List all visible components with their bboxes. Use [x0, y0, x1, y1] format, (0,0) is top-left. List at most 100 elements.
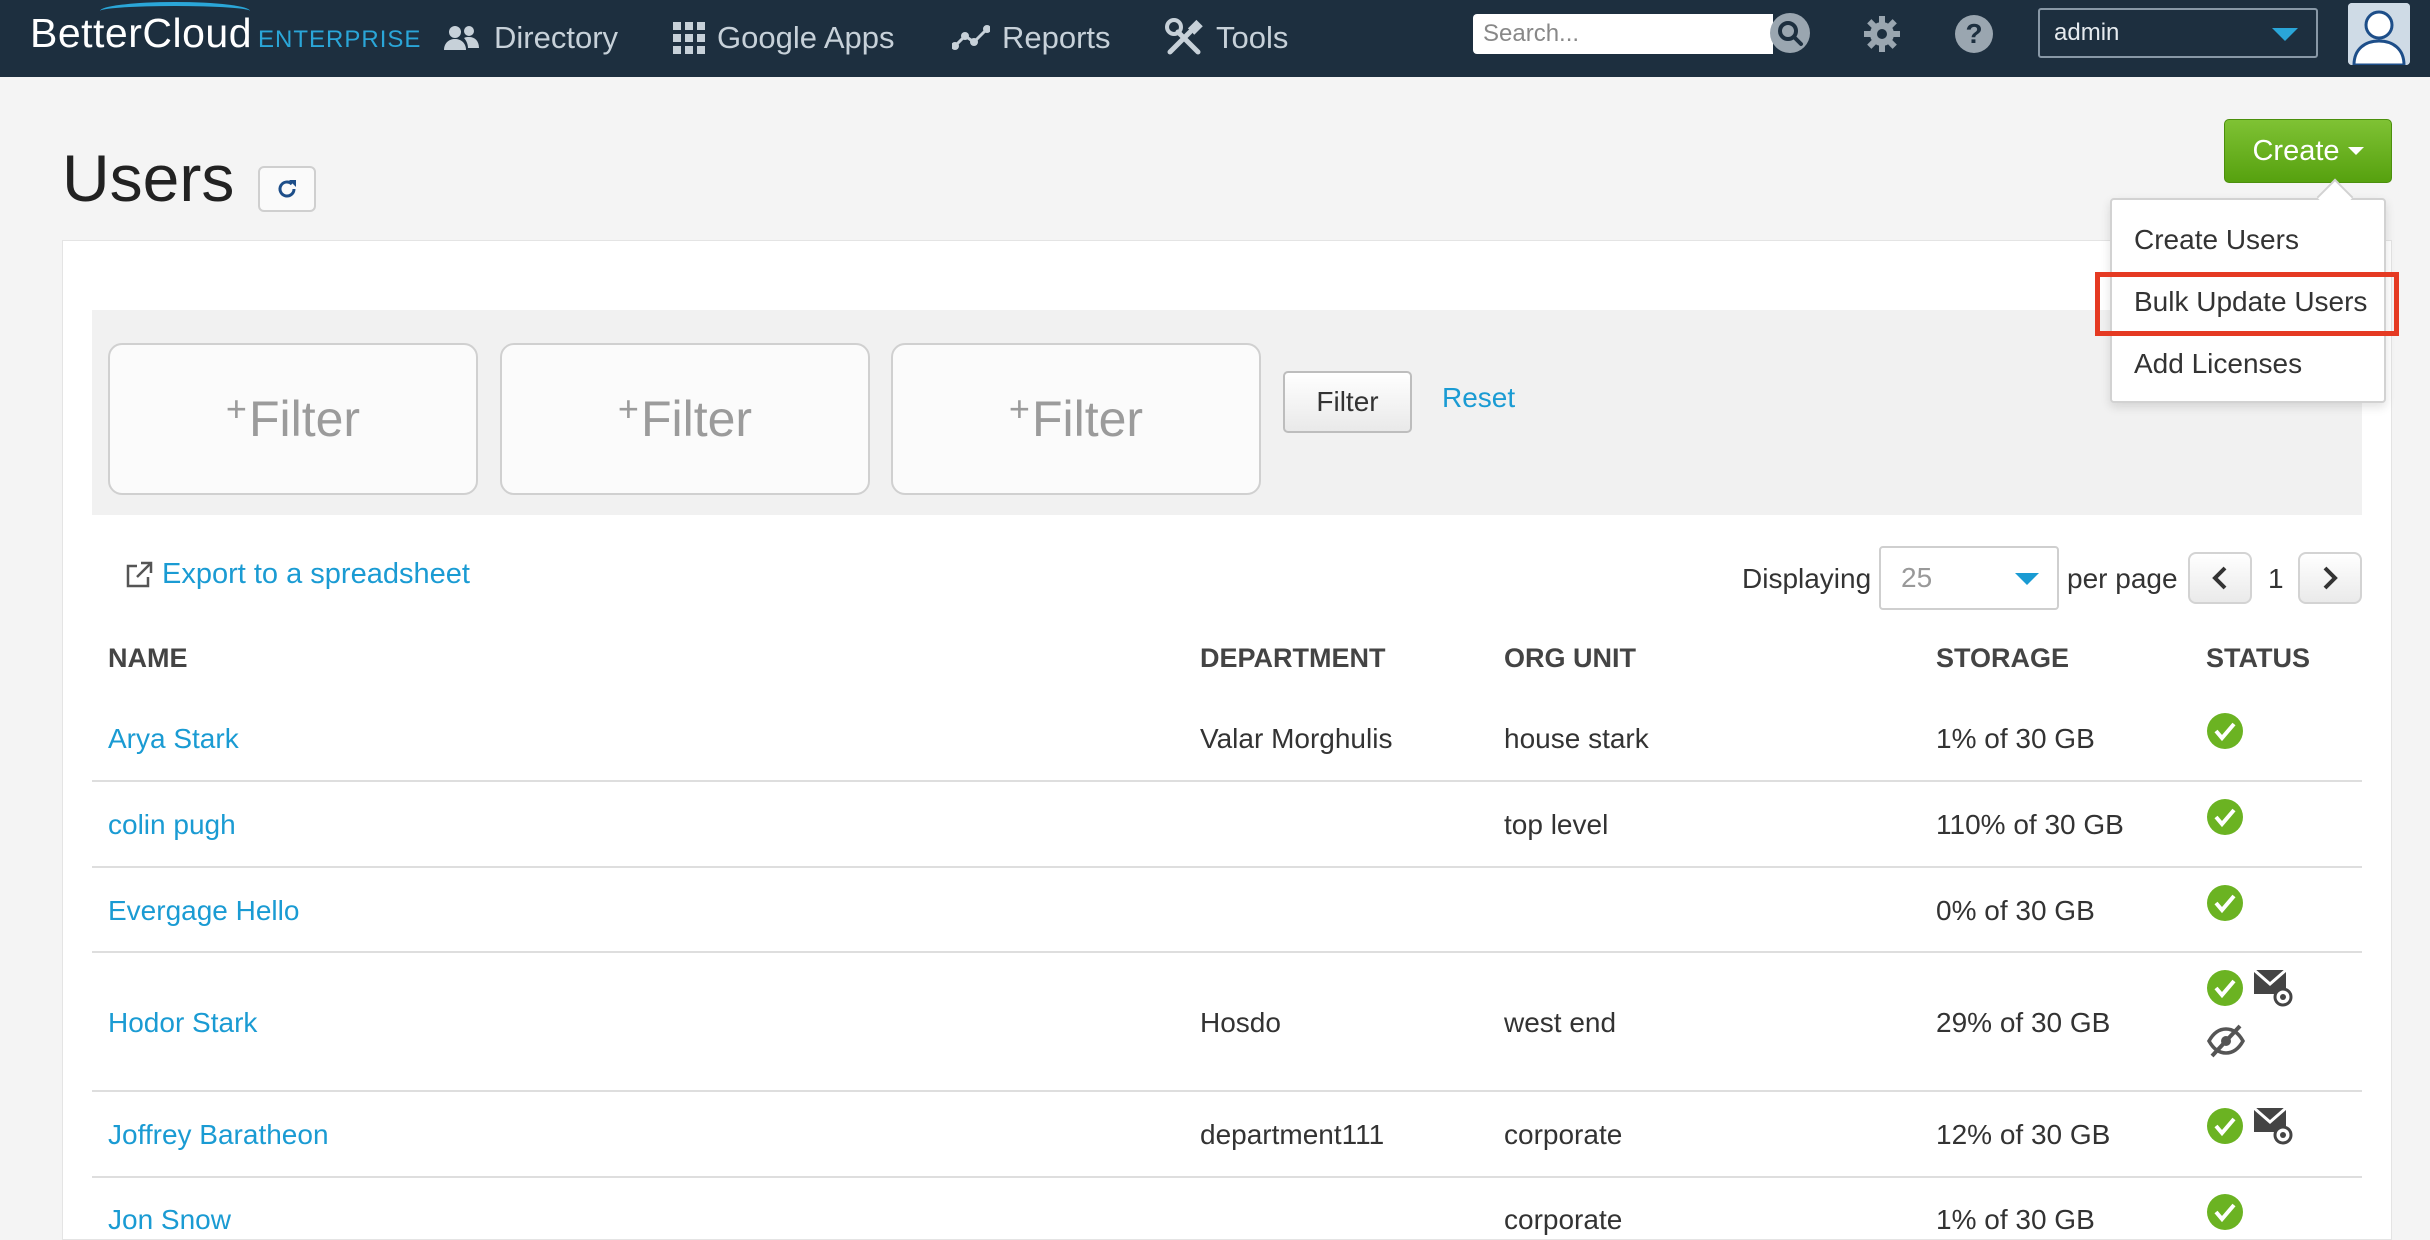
row-divider [92, 1090, 2362, 1092]
menu-item-create-users[interactable]: Create Users [2134, 220, 2299, 260]
nav-google-apps[interactable]: Google Apps [673, 18, 895, 58]
nav-reports-label: Reports [1002, 20, 1111, 55]
refresh-button[interactable] [258, 166, 316, 212]
org-unit-cell: house stark [1504, 723, 1649, 754]
help-button[interactable]: ? [1952, 12, 1996, 56]
storage-cell: 0% of 30 GB [1936, 895, 2095, 926]
filter-slot-1[interactable]: + Filter [108, 343, 478, 495]
check-circle-icon [2207, 713, 2243, 749]
grid-icon [673, 22, 705, 54]
org-unit-cell: west end [1504, 1007, 1617, 1038]
user-name-link[interactable]: Joffrey Baratheon [108, 1119, 329, 1151]
nav-tools-label: Tools [1216, 20, 1289, 55]
refresh-icon [278, 180, 296, 198]
export-link[interactable]: Export to a spreadsheet [124, 558, 470, 591]
user-name-link[interactable]: Evergage Hello [108, 895, 299, 927]
displaying-label: Displaying [1742, 563, 1872, 594]
column-header-department[interactable]: DEPARTMENT [1200, 643, 1386, 674]
settings-button[interactable] [1860, 12, 1904, 56]
nav-reports[interactable]: Reports [952, 18, 1111, 58]
menu-item-add-licenses[interactable]: Add Licenses [2134, 344, 2302, 384]
filter-slot-3[interactable]: + Filter [891, 343, 1261, 495]
column-header-org-unit[interactable]: ORG UNIT [1504, 643, 1636, 674]
check-circle-icon [2207, 885, 2243, 921]
department-cell: Hosdo [1200, 1007, 1281, 1038]
search-button[interactable] [1770, 13, 1810, 53]
create-button[interactable]: Create [2224, 119, 2392, 183]
column-header-name[interactable]: NAME [108, 643, 188, 674]
eye-slash-icon [2206, 1024, 2246, 1058]
mail-forward-icon [2253, 968, 2293, 1007]
account-name: admin [2054, 19, 2120, 46]
per-page-value: 25 [1901, 562, 1933, 593]
users-icon [442, 24, 482, 52]
external-link-icon [124, 560, 154, 590]
storage-cell: 29% of 30 GB [1936, 1007, 2111, 1038]
row-divider [92, 1176, 2362, 1178]
filter-slot-2[interactable]: + Filter [500, 343, 870, 495]
plus-icon: + [1008, 388, 1030, 429]
search-input[interactable] [1473, 14, 1773, 54]
user-name-link[interactable]: Arya Stark [108, 723, 239, 755]
check-circle-icon [2207, 799, 2243, 835]
org-unit-cell: top level [1504, 809, 1609, 840]
user-name-link[interactable]: Jon Snow [108, 1204, 231, 1236]
top-navbar: BetterCloud ENTERPRISE Directory Google A… [0, 0, 2430, 77]
user-name-link[interactable]: colin pugh [108, 809, 236, 841]
filter-button[interactable]: Filter [1283, 371, 1412, 433]
plus-icon: + [225, 388, 247, 429]
row-divider [92, 866, 2362, 868]
search-icon [1778, 21, 1803, 46]
user-avatar-icon [2348, 3, 2410, 65]
filter-slot-label: Filter [640, 391, 753, 447]
nav-google-apps-label: Google Apps [717, 20, 895, 55]
highlight-annotation [2095, 272, 2399, 336]
nav-directory[interactable]: Directory [442, 18, 618, 58]
page-title: Users [62, 141, 235, 215]
per-page-select[interactable]: 25 [1879, 546, 2059, 610]
chevron-down-icon [2272, 28, 2298, 41]
column-header-status[interactable]: STATUS [2206, 643, 2310, 674]
account-select[interactable]: admin [2038, 8, 2318, 58]
check-circle-icon [2207, 970, 2243, 1006]
plus-icon: + [617, 388, 639, 429]
help-icon: ? [1955, 15, 1993, 53]
avatar[interactable] [2348, 3, 2410, 65]
tools-icon [1164, 18, 1204, 58]
chart-icon [952, 24, 990, 52]
org-unit-cell: corporate [1504, 1204, 1623, 1235]
row-divider [92, 780, 2362, 782]
storage-cell: 1% of 30 GB [1936, 1204, 2095, 1235]
svg-text:?: ? [1965, 18, 1982, 49]
storage-cell: 1% of 30 GB [1936, 723, 2095, 754]
nav-directory-label: Directory [494, 20, 619, 55]
page-number: 1 [2268, 563, 2284, 594]
prev-page-button[interactable] [2188, 552, 2252, 604]
chevron-left-icon [2212, 566, 2227, 590]
mail-forward-icon [2253, 1106, 2293, 1145]
department-cell: Valar Morghulis [1200, 723, 1393, 754]
check-circle-icon [2207, 1194, 2243, 1230]
filter-slot-label: Filter [1031, 391, 1144, 447]
storage-cell: 110% of 30 GB [1936, 809, 2124, 840]
caret-down-icon [2347, 147, 2364, 155]
chevron-down-icon [2015, 573, 2039, 585]
user-name-link[interactable]: Hodor Stark [108, 1007, 257, 1039]
create-button-label: Create [2252, 134, 2340, 167]
export-link-label: Export to a spreadsheet [162, 558, 470, 590]
brand-logo[interactable]: BetterCloud ENTERPRISE [30, 10, 421, 57]
column-header-storage[interactable]: STORAGE [1936, 643, 2069, 674]
brand-name: BetterCloud [30, 10, 253, 56]
gear-icon [1864, 16, 1900, 52]
next-page-button[interactable] [2298, 552, 2362, 604]
brand-sub: ENTERPRISE [258, 26, 422, 53]
storage-cell: 12% of 30 GB [1936, 1119, 2111, 1150]
org-unit-cell: corporate [1504, 1119, 1623, 1150]
reset-link[interactable]: Reset [1442, 382, 1515, 414]
filter-slot-label: Filter [248, 391, 361, 447]
row-divider [92, 951, 2362, 953]
chevron-right-icon [2323, 566, 2338, 590]
check-circle-icon [2207, 1108, 2243, 1144]
department-cell: department111 [1200, 1119, 1385, 1150]
nav-tools[interactable]: Tools [1164, 18, 1288, 58]
